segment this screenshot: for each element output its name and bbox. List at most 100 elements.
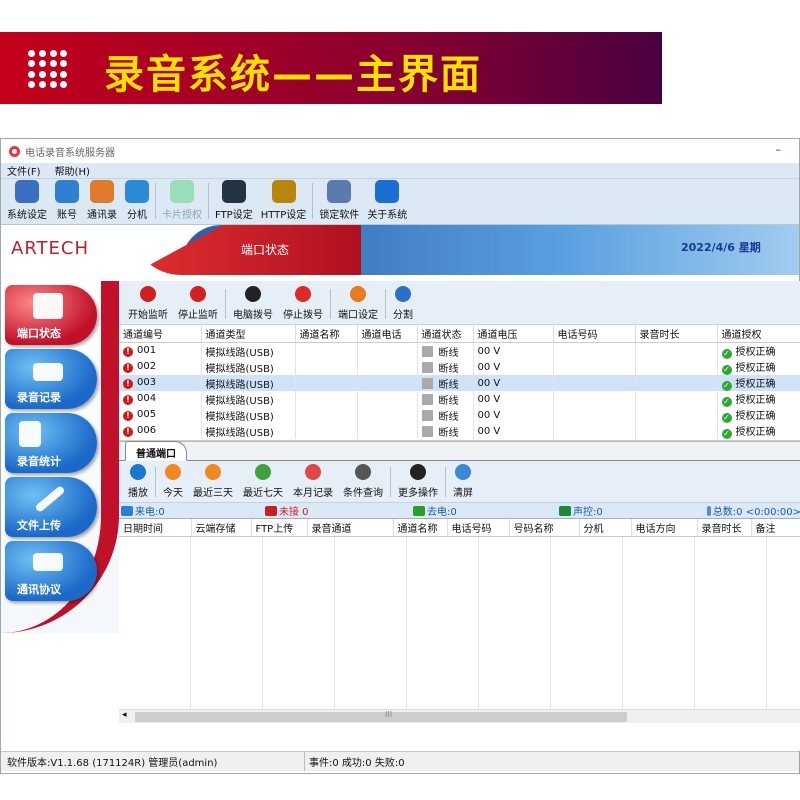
column-header[interactable]: FTP上传 [251, 519, 308, 537]
table-row[interactable]: ! 003 模拟线路(USB) 断线 00 V ✓ 授权正确 [119, 375, 800, 391]
records-area: 日期时间 云端存储 FTP上传 录音通道 通道名称 电话号码 号码名称 分机 电话方向 录音时长备… [119, 519, 800, 729]
column-header[interactable]: 通道名称 [393, 519, 448, 537]
column-header[interactable]: 通道电话 [357, 325, 418, 343]
record-buttons-2[interactable]: 今天 [158, 464, 188, 502]
incoming-icon [121, 505, 133, 516]
toolbar-button-label: 锁定软件 [319, 210, 360, 221]
scroll-left-icon[interactable]: ◂ [122, 710, 127, 720]
port-buttons-5[interactable]: 端口设定 [333, 286, 383, 324]
column-header[interactable]: 电话方向 [631, 519, 698, 537]
column-header[interactable]: 录音时长 [635, 325, 718, 343]
total-stat: 总数:0 <0:00:00> [707, 503, 800, 518]
port-buttons-3[interactable]: 电脑拨号 [228, 286, 278, 324]
sidebar-item-stats[interactable]: 录音统计 [5, 413, 97, 473]
port-buttons-1[interactable]: 开始监听 [123, 286, 173, 324]
channel-type: 模拟线路(USB) [201, 342, 296, 359]
header-date: 2022/4/6 星期 [681, 241, 761, 254]
column-header[interactable]: 云端存储 [191, 519, 252, 537]
channel-status: 断线 [438, 427, 459, 439]
table-row[interactable]: ! 002 模拟线路(USB) 断线 00 V ✓ 授权正确 [119, 359, 800, 375]
table-row[interactable]: ! 006 模拟线路(USB) 断线 00 V ✓ 授权正确 [119, 423, 800, 439]
toolbar-button-2[interactable]: 账号 [51, 180, 83, 224]
record-buttons-5[interactable]: 本月记录 [288, 464, 338, 502]
channel-status-cell: 断线 [417, 407, 474, 423]
channel-status: 断线 [438, 411, 459, 423]
channel-auth-cell: ✓ 授权正确 [717, 375, 800, 391]
button-icon [130, 464, 146, 480]
channel-auth-cell: ✓ 授权正确 [717, 359, 800, 375]
toolbar-separator [445, 467, 446, 497]
disconnected-icon [421, 393, 433, 405]
column-header[interactable]: 通道名称 [295, 325, 358, 343]
toolbar-button-label: FTP设定 [215, 210, 253, 221]
column-header[interactable]: 备注 [751, 519, 800, 537]
column-header[interactable]: 通道电压 [473, 325, 554, 343]
menu-file[interactable]: 文件(F) [7, 163, 41, 178]
button-label: 端口设定 [338, 310, 378, 321]
sidebar-item-label: 录音记录 [17, 391, 61, 404]
channel-type: 模拟线路(USB) [201, 359, 296, 375]
port-buttons-4[interactable]: 停止拨号 [278, 286, 328, 324]
record-buttons-1[interactable]: 播放 [123, 464, 153, 502]
record-duration [635, 407, 718, 423]
record-duration [635, 359, 718, 375]
toolbar-button-8[interactable]: 锁定软件 [315, 180, 363, 224]
column-header[interactable]: 日期时间 [119, 519, 192, 537]
check-icon: ✓ [721, 365, 732, 375]
column-header[interactable]: 分机 [579, 519, 632, 537]
table-row[interactable]: ! 001 模拟线路(USB) 断线 00 V ✓ 授权正确 [119, 342, 800, 359]
disconnected-icon [421, 377, 433, 389]
sidebar-item-port-status[interactable]: 端口状态 [5, 285, 97, 345]
sidebar-item-label: 端口状态 [17, 327, 61, 340]
column-header[interactable]: 录音通道 [307, 519, 394, 537]
table-row[interactable]: ! 005 模拟线路(USB) 断线 00 V ✓ 授权正确 [119, 407, 800, 423]
scroll-thumb[interactable]: III [135, 710, 627, 722]
table-row[interactable]: ! 004 模拟线路(USB) 断线 00 V ✓ 授权正确 [119, 391, 800, 407]
record-buttons-7[interactable]: 更多操作 [393, 464, 443, 502]
voice-stat: 声控:0 [559, 503, 707, 518]
record-buttons-4[interactable]: 最近七天 [238, 464, 288, 502]
sidebar-item-upload[interactable]: 文件上传 [5, 477, 97, 537]
button-icon [305, 464, 321, 480]
toolbar-button-1[interactable]: 系统设定 [3, 180, 51, 224]
record-buttons-6[interactable]: 条件查询 [338, 464, 388, 502]
column-header[interactable]: 录音时长 [697, 519, 752, 537]
column-header[interactable]: 电话号码 [553, 325, 636, 343]
column-header[interactable]: 通道类型 [201, 325, 296, 343]
column-header[interactable]: 电话号码 [447, 519, 510, 537]
record-buttons-3[interactable]: 最近三天 [188, 464, 238, 502]
sidebar-item-records[interactable]: 录音记录 [5, 349, 97, 409]
toolbar-button-6[interactable]: FTP设定 [211, 180, 257, 224]
tab-normal-port[interactable]: 普通端口 [125, 441, 187, 461]
port-buttons-6[interactable]: 分割 [388, 286, 418, 324]
toolbar-separator [312, 183, 314, 219]
toolbar-button-label: 关于系统 [367, 210, 408, 221]
button-label: 停止拨号 [283, 310, 323, 321]
sidebar-item-protocol[interactable]: 通讯协议 [5, 541, 97, 601]
menu-help[interactable]: 帮助(H) [55, 163, 90, 178]
toolbar-button-4[interactable]: 分机 [121, 180, 153, 224]
column-header[interactable]: 号码名称 [509, 519, 580, 537]
check-icon: ✓ [721, 349, 732, 359]
toolbar-button-9[interactable]: 关于系统 [363, 180, 411, 224]
ftp-icon [221, 180, 246, 203]
record-buttons-8[interactable]: 清屏 [448, 464, 478, 502]
user-key-icon [55, 180, 79, 203]
minimize-button[interactable]: – [776, 143, 782, 156]
bar-stats-icon [19, 421, 41, 447]
alert-icon: ! [123, 363, 133, 373]
button-icon [205, 464, 221, 480]
toolbar-button-5[interactable]: 卡片授权 [158, 180, 206, 224]
horizontal-scrollbar[interactable]: ◂ III [119, 709, 800, 723]
column-header[interactable]: 通道编号 [119, 325, 202, 343]
channel-status-cell: 断线 [417, 342, 474, 359]
toolbar-button-7[interactable]: HTTP设定 [257, 180, 311, 224]
column-header[interactable]: 通道授权 [717, 325, 800, 343]
phone-number [553, 391, 636, 407]
button-icon [350, 286, 366, 302]
port-buttons-2[interactable]: 停止监听 [173, 286, 223, 324]
toolbar-button-3[interactable]: 通讯录 [83, 180, 121, 224]
channel-auth: 授权正确 [735, 395, 776, 406]
channel-voltage: 00 V [473, 423, 554, 439]
column-header[interactable]: 通道状态 [417, 325, 474, 343]
